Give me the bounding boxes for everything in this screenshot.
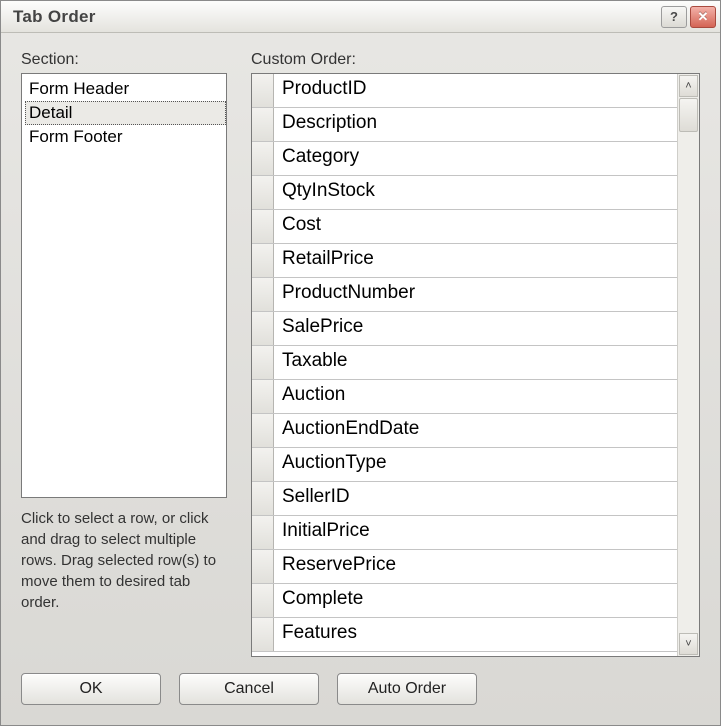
scroll-track[interactable] <box>678 98 699 632</box>
row-handle[interactable] <box>252 584 274 617</box>
grid-row[interactable]: AuctionType <box>252 448 677 482</box>
row-handle[interactable] <box>252 210 274 243</box>
row-handle[interactable] <box>252 142 274 175</box>
grid-row[interactable]: AuctionEndDate <box>252 414 677 448</box>
row-label: InitialPrice <box>274 516 677 549</box>
row-label: ProductNumber <box>274 278 677 311</box>
row-label: ReservePrice <box>274 550 677 583</box>
row-label: Taxable <box>274 346 677 379</box>
scroll-thumb[interactable] <box>679 98 698 132</box>
section-item[interactable]: Form Header <box>25 77 226 101</box>
row-handle[interactable] <box>252 346 274 379</box>
section-listbox[interactable]: Form HeaderDetailForm Footer <box>21 73 227 498</box>
row-label: ProductID <box>274 74 677 107</box>
grid-row[interactable]: SalePrice <box>252 312 677 346</box>
row-handle[interactable] <box>252 380 274 413</box>
grid-row[interactable]: Cost <box>252 210 677 244</box>
grid-row[interactable]: Category <box>252 142 677 176</box>
scroll-down-button[interactable]: ˅ <box>679 633 698 655</box>
row-handle[interactable] <box>252 414 274 447</box>
grid-row[interactable]: RetailPrice <box>252 244 677 278</box>
grid-row[interactable]: Description <box>252 108 677 142</box>
grid-row[interactable]: Auction <box>252 380 677 414</box>
dialog-footer: OK Cancel Auto Order <box>1 657 720 725</box>
grid-row[interactable]: ProductID <box>252 74 677 108</box>
row-label: SalePrice <box>274 312 677 345</box>
row-label: Complete <box>274 584 677 617</box>
grid-row[interactable]: ReservePrice <box>252 550 677 584</box>
section-item[interactable]: Form Footer <box>25 125 226 149</box>
row-label: Description <box>274 108 677 141</box>
row-label: RetailPrice <box>274 244 677 277</box>
custom-order-label: Custom Order: <box>251 51 700 69</box>
close-icon: ✕ <box>698 9 709 25</box>
row-handle[interactable] <box>252 278 274 311</box>
grid-row[interactable]: Features <box>252 618 677 652</box>
ok-button[interactable]: OK <box>21 673 161 705</box>
grid-row[interactable]: ProductNumber <box>252 278 677 312</box>
row-handle[interactable] <box>252 108 274 141</box>
grid-row[interactable]: Taxable <box>252 346 677 380</box>
section-item[interactable]: Detail <box>25 101 226 125</box>
hint-text: Click to select a row, or click and drag… <box>21 508 227 613</box>
row-label: Category <box>274 142 677 175</box>
row-handle[interactable] <box>252 448 274 481</box>
row-handle[interactable] <box>252 516 274 549</box>
grid-row[interactable]: InitialPrice <box>252 516 677 550</box>
chevron-up-icon: ˄ <box>685 80 691 92</box>
row-label: AuctionEndDate <box>274 414 677 447</box>
vertical-scrollbar[interactable]: ˄ ˅ <box>677 74 699 656</box>
cancel-button[interactable]: Cancel <box>179 673 319 705</box>
row-label: Auction <box>274 380 677 413</box>
custom-order-grid[interactable]: ProductIDDescriptionCategoryQtyInStockCo… <box>252 74 677 656</box>
row-label: AuctionType <box>274 448 677 481</box>
row-handle[interactable] <box>252 176 274 209</box>
row-handle[interactable] <box>252 482 274 515</box>
grid-row[interactable]: SellerID <box>252 482 677 516</box>
tab-order-dialog: Tab Order ? ✕ Section: Form HeaderDetail… <box>0 0 721 726</box>
row-handle[interactable] <box>252 618 274 651</box>
dialog-body: Section: Form HeaderDetailForm Footer Cl… <box>1 33 720 657</box>
help-icon: ? <box>670 9 678 24</box>
chevron-down-icon: ˅ <box>685 638 691 650</box>
titlebar: Tab Order ? ✕ <box>1 1 720 33</box>
grid-row[interactable]: Complete <box>252 584 677 618</box>
row-label: Cost <box>274 210 677 243</box>
custom-order-column: Custom Order: ProductIDDescriptionCatego… <box>251 51 700 657</box>
auto-order-button[interactable]: Auto Order <box>337 673 477 705</box>
row-handle[interactable] <box>252 312 274 345</box>
help-button[interactable]: ? <box>661 6 687 28</box>
window-title: Tab Order <box>13 7 658 27</box>
row-handle[interactable] <box>252 244 274 277</box>
section-column: Section: Form HeaderDetailForm Footer Cl… <box>21 51 227 657</box>
row-handle[interactable] <box>252 74 274 107</box>
row-label: SellerID <box>274 482 677 515</box>
section-label: Section: <box>21 51 227 69</box>
grid-row[interactable]: QtyInStock <box>252 176 677 210</box>
close-button[interactable]: ✕ <box>690 6 716 28</box>
scroll-up-button[interactable]: ˄ <box>679 75 698 97</box>
row-handle[interactable] <box>252 550 274 583</box>
custom-order-grid-wrap: ProductIDDescriptionCategoryQtyInStockCo… <box>251 73 700 657</box>
row-label: Features <box>274 618 677 651</box>
row-label: QtyInStock <box>274 176 677 209</box>
